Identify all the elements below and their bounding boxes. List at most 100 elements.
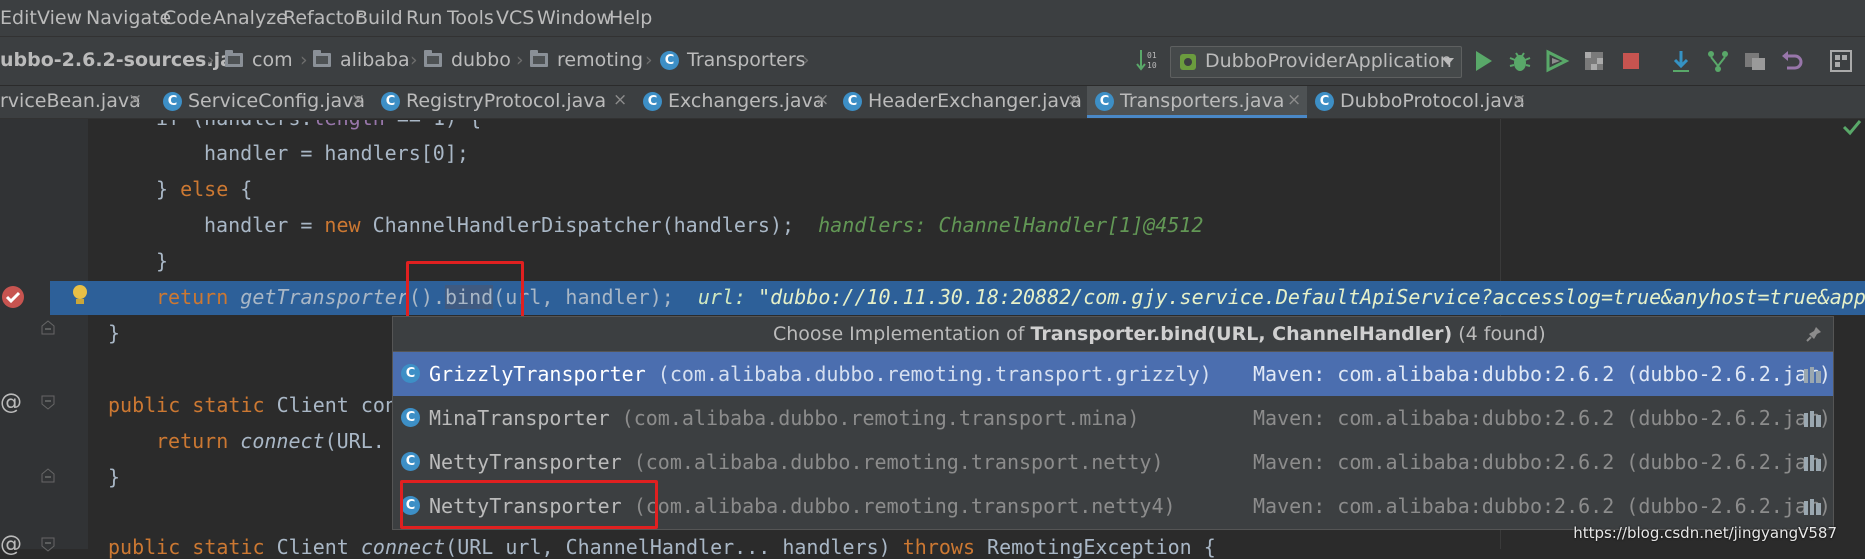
menu-code[interactable]: Code — [163, 7, 212, 29]
debug-inline-value: handlers: ChannelHandler[1]@4512 — [818, 213, 1204, 237]
popup-header: Choose Implementation of Transporter.bin… — [393, 317, 1833, 352]
tab-transporters[interactable]: C Transporters.java × — [1087, 86, 1307, 118]
override-marker-icon[interactable]: @ — [0, 390, 22, 415]
code-line: } — [108, 321, 121, 345]
library-icon — [1804, 367, 1821, 383]
close-icon[interactable]: × — [351, 90, 365, 110]
watermark: https://blog.csdn.net/jingyangV587 — [1573, 524, 1837, 542]
menu-run[interactable]: Run — [406, 7, 442, 29]
profile-icon[interactable] — [1581, 48, 1607, 74]
fold-marker-icon[interactable] — [40, 320, 56, 336]
breadcrumb-separator-icon: › — [802, 49, 810, 71]
class-icon: C — [1315, 92, 1334, 111]
class-icon: C — [1095, 92, 1114, 111]
lightbulb-icon[interactable] — [70, 283, 90, 307]
folder-icon — [530, 50, 548, 67]
close-icon[interactable]: × — [1512, 90, 1526, 110]
breakpoint-icon[interactable] — [0, 284, 26, 310]
sort-icon[interactable]: 01 10 — [1135, 47, 1161, 73]
fold-marker-icon[interactable] — [40, 536, 56, 552]
code-line: public static Client con — [108, 393, 397, 417]
close-icon[interactable]: × — [1287, 90, 1301, 110]
close-icon[interactable]: × — [128, 90, 142, 110]
folder-icon — [225, 50, 243, 67]
breadcrumb-separator-icon: › — [207, 49, 215, 71]
breadcrumb-jar[interactable]: ubbo-2.6.2-sources.jar — [0, 49, 242, 71]
stop-icon[interactable] — [1618, 48, 1644, 74]
class-icon: C — [401, 408, 420, 427]
breadcrumb-com[interactable]: com — [252, 49, 293, 71]
highlight-box-bind — [406, 261, 524, 322]
implementation-row-netty[interactable]: C NettyTransporter (com.alibaba.dubbo.re… — [393, 440, 1833, 484]
tab-label: ServiceConfig.java — [188, 90, 366, 112]
fold-marker-icon[interactable] — [40, 468, 56, 484]
vcs-update-icon[interactable] — [1668, 48, 1694, 74]
close-icon[interactable]: × — [815, 90, 829, 110]
breadcrumb-alibaba[interactable]: alibaba — [340, 49, 410, 71]
implementation-name: NettyTransporter (com.alibaba.dubbo.remo… — [429, 450, 1164, 474]
menu-tools[interactable]: Tools — [447, 7, 494, 29]
library-icon — [1804, 455, 1821, 471]
library-icon — [1804, 499, 1821, 515]
debug-icon[interactable] — [1507, 48, 1533, 74]
tab-registryprotocol[interactable]: C RegistryProtocol.java × — [373, 86, 635, 118]
pin-icon[interactable] — [1805, 325, 1823, 343]
tab-servicebean[interactable]: rviceBean.java × — [0, 86, 150, 118]
code-line: public static Client connect(URL url, Ch… — [108, 535, 1216, 559]
override-marker-icon[interactable]: @ — [0, 532, 22, 557]
breadcrumb-separator-icon: › — [645, 49, 653, 71]
revert-icon[interactable] — [1779, 48, 1805, 74]
menu-help[interactable]: Help — [609, 7, 652, 29]
code-line: return connect(URL. — [156, 429, 385, 453]
implementation-name: GrizzlyTransporter (com.alibaba.dubbo.re… — [429, 362, 1212, 386]
folder-icon — [424, 50, 442, 67]
breadcrumb-dubbo[interactable]: dubbo — [451, 49, 511, 71]
code-line: handler = handlers[0]; — [204, 141, 469, 165]
spring-boot-icon — [1180, 54, 1196, 70]
menu-window[interactable]: Window — [537, 7, 612, 29]
coverage-icon[interactable] — [1544, 48, 1570, 74]
menu-vcs[interactable]: VCS — [496, 7, 534, 29]
tab-label: RegistryProtocol.java — [406, 90, 607, 112]
tab-label: rviceBean.java — [0, 90, 141, 112]
breadcrumb-remoting[interactable]: remoting — [557, 49, 643, 71]
tab-serviceconfig[interactable]: C ServiceConfig.java × — [155, 86, 373, 118]
menu-edit[interactable]: Edit — [0, 7, 37, 29]
menu-bar: Edit View Navigate Code Analyze Refactor… — [0, 0, 1865, 37]
implementation-row-mina[interactable]: C MinaTransporter (com.alibaba.dubbo.rem… — [393, 396, 1833, 440]
menu-navigate[interactable]: Navigate — [86, 7, 171, 29]
active-tab-indicator — [1087, 115, 1307, 118]
code-line: } — [108, 465, 121, 489]
editor-tab-bar: rviceBean.java × C ServiceConfig.java × … — [0, 86, 1865, 119]
project-structure-icon[interactable] — [1828, 48, 1854, 74]
menu-build[interactable]: Build — [355, 7, 403, 29]
close-icon[interactable]: × — [1067, 90, 1081, 110]
implementation-row-grizzly[interactable]: C GrizzlyTransporter (com.alibaba.dubbo.… — [393, 352, 1833, 396]
code-line: } else { — [156, 177, 253, 201]
breadcrumb-separator-icon: › — [300, 49, 308, 71]
popup-title: Choose Implementation of Transporter.bin… — [773, 323, 1546, 345]
vcs-commit-icon[interactable] — [1705, 48, 1731, 74]
tab-dubboprotocol[interactable]: C DubboProtocol.java × — [1307, 86, 1537, 118]
tab-headerexchanger[interactable]: C HeaderExchanger.java × — [835, 86, 1087, 118]
run-configuration-label: DubboProviderApplication — [1205, 50, 1452, 72]
menu-refactor[interactable]: Refactor — [283, 7, 363, 29]
fold-marker-icon[interactable] — [40, 394, 56, 410]
class-icon: C — [381, 92, 400, 111]
menu-analyze[interactable]: Analyze — [213, 7, 288, 29]
checkmark-icon — [1842, 120, 1862, 136]
code-line: handler = new ChannelHandlerDispatcher(h… — [204, 213, 1204, 237]
run-configuration-select[interactable]: DubboProviderApplication — [1170, 46, 1462, 78]
class-icon: C — [643, 92, 662, 111]
class-icon: C — [401, 364, 420, 383]
close-icon[interactable]: × — [613, 90, 627, 110]
tab-label: Transporters.java — [1120, 90, 1285, 112]
class-icon: C — [163, 92, 182, 111]
run-icon[interactable] — [1470, 48, 1496, 74]
menu-view[interactable]: View — [37, 7, 82, 29]
vcs-history-icon[interactable] — [1742, 48, 1768, 74]
breadcrumb-class[interactable]: Transporters — [687, 49, 806, 71]
implementation-library: Maven: com.alibaba:dubbo:2.6.2 (dubbo-2.… — [1253, 406, 1831, 430]
tab-exchangers[interactable]: C Exchangers.java × — [635, 86, 835, 118]
implementation-library: Maven: com.alibaba:dubbo:2.6.2 (dubbo-2.… — [1253, 494, 1831, 518]
